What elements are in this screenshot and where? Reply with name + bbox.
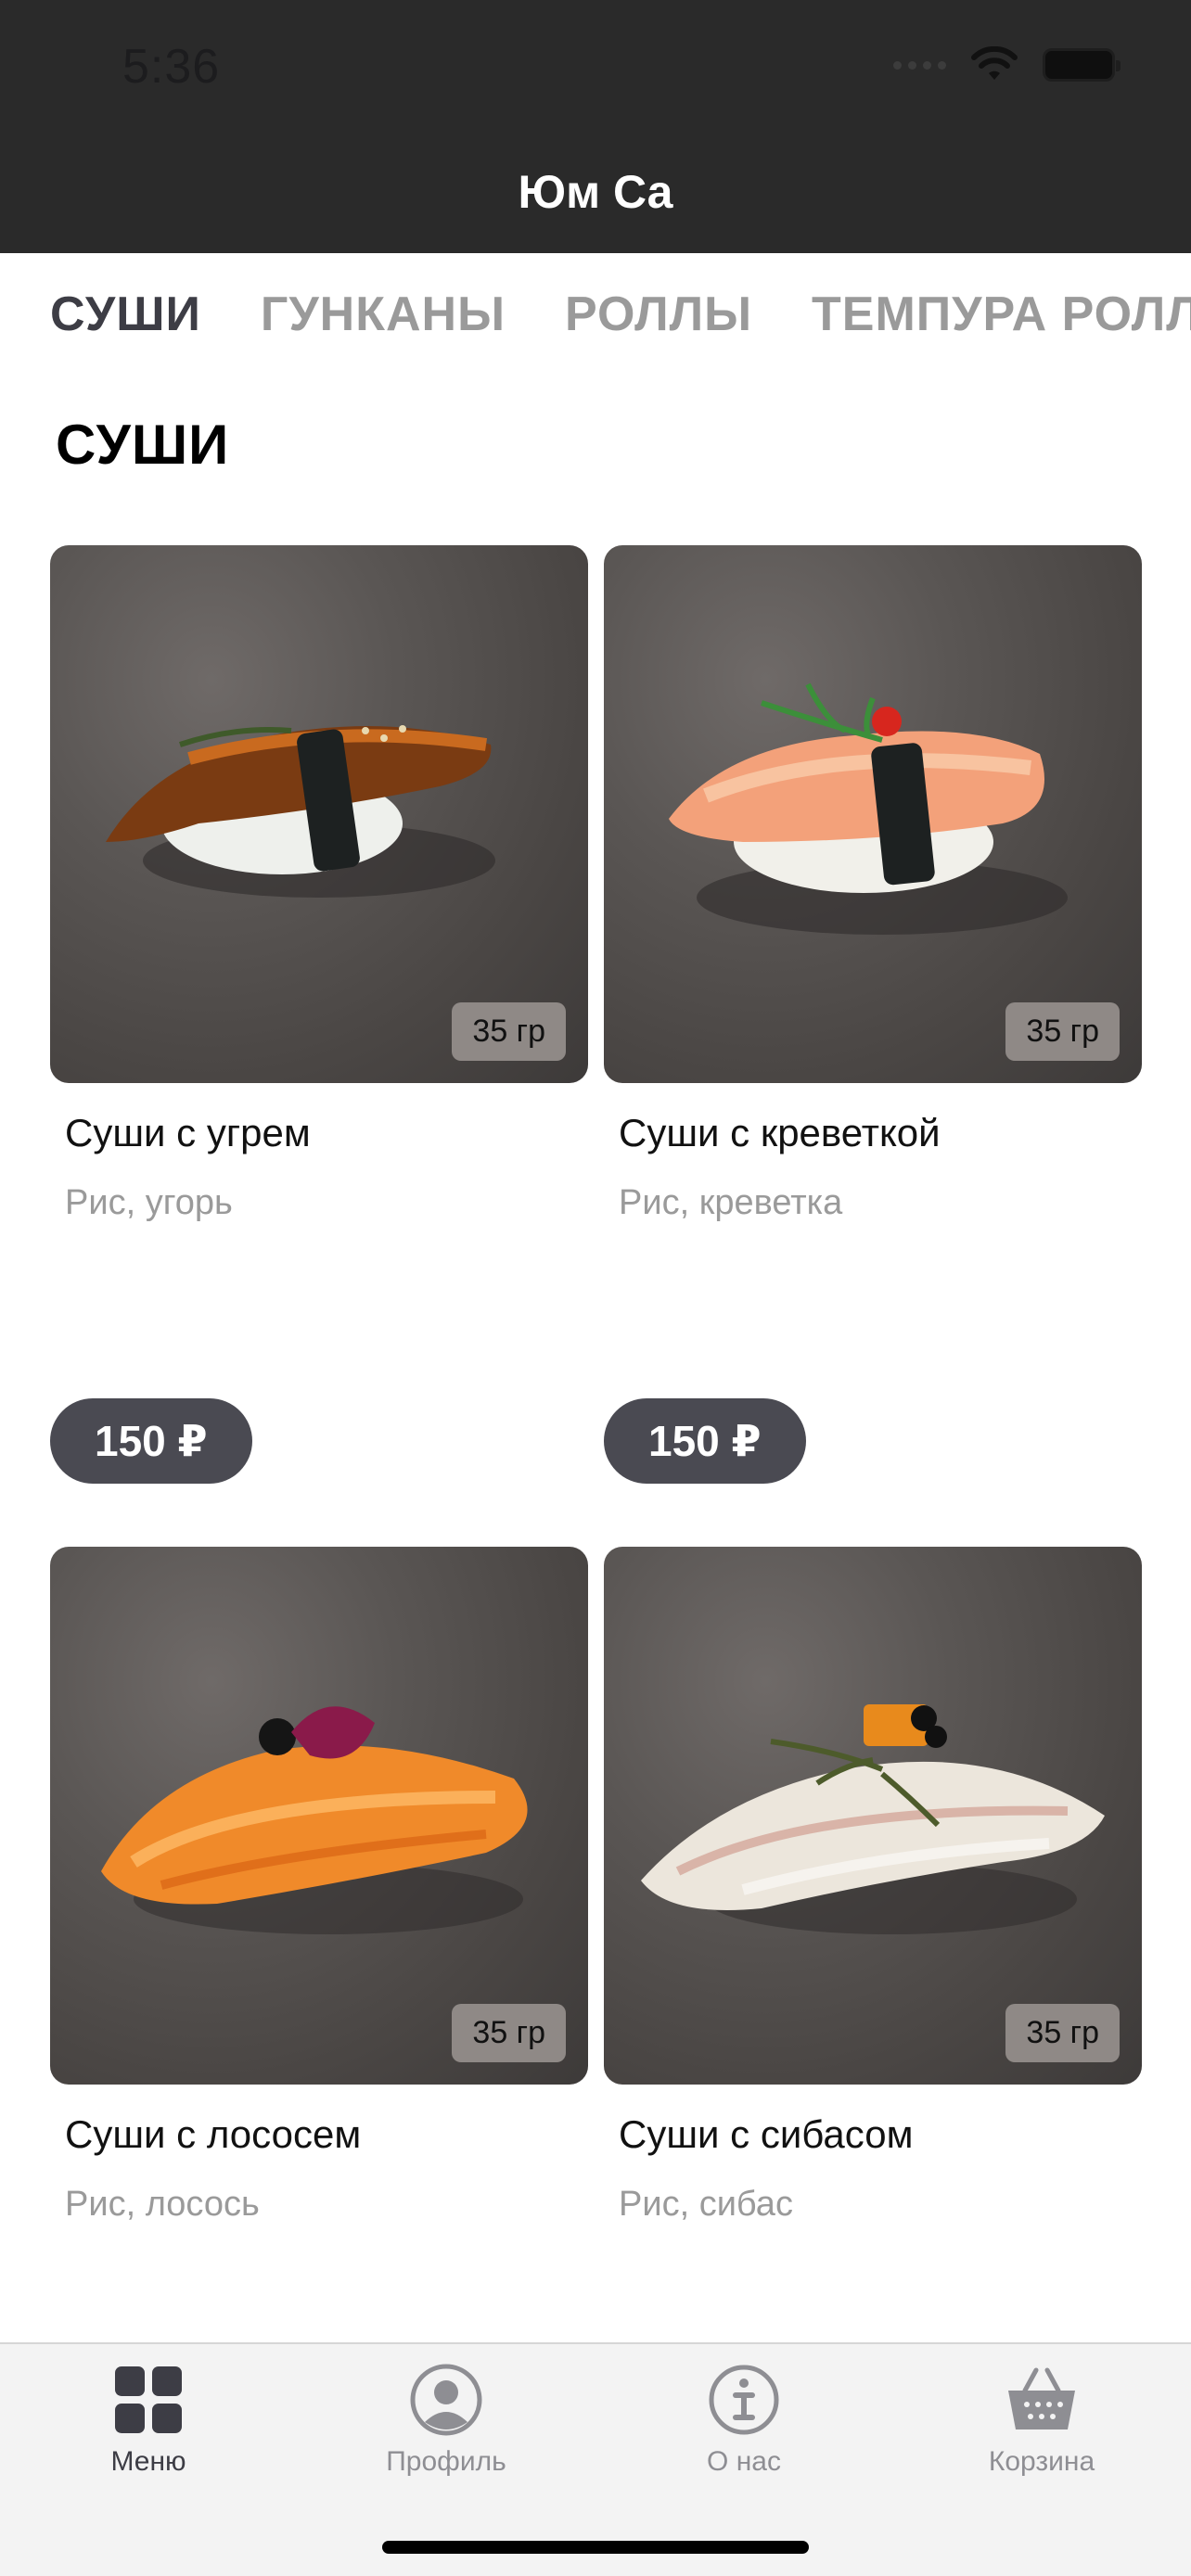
product-photo: 35 гр bbox=[604, 1547, 1142, 2085]
tabbar-label: Меню bbox=[110, 2446, 186, 2477]
product-photo: 35 гр bbox=[50, 1547, 588, 2085]
product-card-salmon[interactable]: 35 гр Суши с лососем Рис, лосось bbox=[50, 1547, 588, 2225]
product-description: Рис, сибас bbox=[619, 2185, 793, 2224]
tabbar-profile[interactable]: Профиль bbox=[353, 2363, 539, 2478]
status-time: 5:36 bbox=[122, 40, 221, 94]
product-name: Суши с сибасом bbox=[619, 2112, 914, 2156]
info-icon bbox=[709, 2365, 779, 2435]
weight-badge: 35 гр bbox=[452, 2004, 566, 2062]
product-name: Суши с креветкой bbox=[619, 1111, 941, 1154]
product-photo: 35 гр bbox=[604, 545, 1142, 1083]
product-name: Суши с угрем bbox=[65, 1111, 311, 1154]
home-indicator bbox=[382, 2541, 809, 2554]
product-name: Суши с лососем bbox=[65, 2112, 362, 2156]
product-description: Рис, угорь bbox=[65, 1183, 233, 1222]
menu-screen: 5:36 Юм Са СУШИ ГУНКАНЫ РОЛЛЫ ТЕМПУРА РО… bbox=[0, 0, 1191, 2576]
tabbar-menu[interactable]: Меню bbox=[56, 2363, 241, 2478]
app-title: Юм Са bbox=[518, 166, 673, 218]
product-card-eel[interactable]: 35 гр Суши с угрем Рис, угорь 150 ₽ bbox=[50, 545, 588, 1484]
tab-gunkany[interactable]: ГУНКАНЫ bbox=[261, 287, 506, 342]
weight-badge: 35 гр bbox=[1005, 2004, 1120, 2062]
tab-tempura-rolly[interactable]: ТЕМПУРА РОЛЛЫ bbox=[812, 287, 1191, 342]
tab-sushi[interactable]: СУШИ bbox=[50, 287, 201, 342]
product-card-seabass[interactable]: 35 гр Суши с сибасом Рис, сибас bbox=[604, 1547, 1142, 2225]
wifi-icon bbox=[971, 46, 1018, 80]
price-button[interactable]: 150 ₽ bbox=[50, 1398, 252, 1484]
app-header: 5:36 Юм Са bbox=[0, 0, 1191, 253]
tab-rolly[interactable]: РОЛЛЫ bbox=[565, 287, 752, 342]
product-description: Рис, лосось bbox=[65, 2185, 260, 2224]
product-description: Рис, креветка bbox=[619, 1183, 843, 1222]
product-photo: 35 гр bbox=[50, 545, 588, 1083]
tabbar-about[interactable]: О нас bbox=[651, 2363, 837, 2478]
tabbar-label: Корзина bbox=[988, 2446, 1095, 2477]
category-tabs: СУШИ ГУНКАНЫ РОЛЛЫ ТЕМПУРА РОЛЛЫ bbox=[0, 253, 1191, 376]
cellular-signal-icon bbox=[893, 60, 946, 70]
tabbar-cart[interactable]: Корзина bbox=[949, 2363, 1134, 2478]
product-card-shrimp[interactable]: 35 гр Суши с креветкой Рис, креветка 150… bbox=[604, 545, 1142, 1484]
tabbar-label: Профиль bbox=[386, 2446, 506, 2477]
price-button[interactable]: 150 ₽ bbox=[604, 1398, 806, 1484]
basket-icon bbox=[1008, 2367, 1075, 2429]
section-title: СУШИ bbox=[56, 414, 230, 476]
battery-icon bbox=[1043, 48, 1121, 82]
status-indicators bbox=[893, 46, 1121, 83]
tabbar-label: О нас bbox=[707, 2446, 781, 2477]
weight-badge: 35 гр bbox=[1005, 1002, 1120, 1061]
grid-icon bbox=[115, 2366, 182, 2433]
weight-badge: 35 гр bbox=[452, 1002, 566, 1061]
profile-icon bbox=[410, 2364, 482, 2436]
